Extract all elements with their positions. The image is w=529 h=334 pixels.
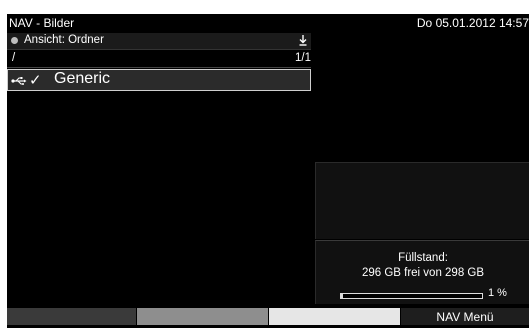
top-bar: NAV - Bilder Do 05.01.2012 14:57 <box>7 14 529 32</box>
current-path: / <box>12 52 16 64</box>
path-row: / 1/1 <box>7 50 311 68</box>
item-name: Generic <box>54 70 111 87</box>
color-button-1[interactable] <box>7 308 136 325</box>
color-button-2[interactable] <box>137 308 268 325</box>
preview-panel <box>315 162 529 239</box>
storage-info: Füllstand: 296 GB frei von 298 GB 1 % <box>315 240 529 304</box>
nav-menu-label: NAV Menü <box>436 310 494 324</box>
usb-icon <box>11 77 27 85</box>
button-bar: NAV Menü <box>7 306 529 328</box>
storage-progress-fill <box>341 294 344 298</box>
view-mode-label: Ansicht: Ordner <box>24 34 104 46</box>
list-item[interactable]: ✓ Generic <box>7 69 311 91</box>
storage-detail: 296 GB frei von 298 GB <box>361 267 485 279</box>
bullet-icon <box>11 37 18 44</box>
preview-area <box>312 33 529 161</box>
tv-screen: NAV - Bilder Do 05.01.2012 14:57 Ansicht… <box>7 14 529 328</box>
color-button-3[interactable] <box>269 308 400 325</box>
storage-progress-bar <box>340 293 483 299</box>
page-count: 1/1 <box>295 52 311 64</box>
view-mode-row[interactable]: Ansicht: Ordner <box>7 33 311 50</box>
storage-title: Füllstand: <box>398 252 448 264</box>
page-title: NAV - Bilder <box>9 16 75 30</box>
download-arrow-icon <box>299 35 307 46</box>
storage-percent: 1 % <box>488 287 507 299</box>
date-time: Do 05.01.2012 14:57 <box>416 16 529 30</box>
check-icon: ✓ <box>29 72 42 89</box>
nav-menu-button[interactable]: NAV Menü <box>401 308 529 325</box>
